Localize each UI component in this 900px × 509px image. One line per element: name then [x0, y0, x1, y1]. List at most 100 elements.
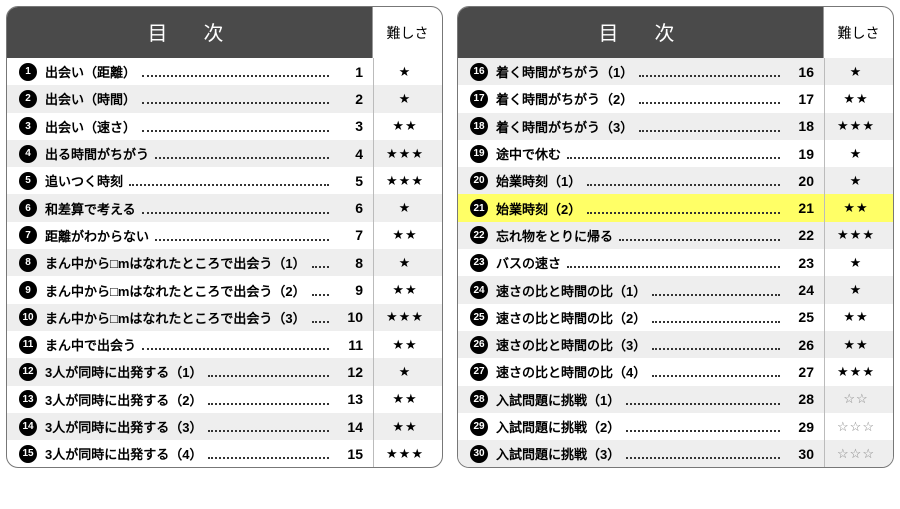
toc-row[interactable]: 21始業時刻（2）21★★	[458, 194, 893, 221]
leader-dots	[626, 430, 780, 432]
toc-row[interactable]: 17着く時間がちがう（2）17★★	[458, 85, 893, 112]
toc-row[interactable]: 18着く時間がちがう（3）18★★★	[458, 113, 893, 140]
row-stars: ★★	[827, 309, 885, 325]
leader-dots	[142, 212, 329, 214]
row-page: 5	[335, 173, 367, 189]
leader-dots	[142, 75, 329, 77]
column-divider	[824, 222, 825, 249]
toc-row[interactable]: 22忘れ物をとりに帰る22★★★	[458, 222, 893, 249]
header-title: 目 次	[458, 7, 823, 58]
row-number-badge: 17	[470, 90, 488, 108]
toc-row[interactable]: 2出会い（時間）2★	[7, 85, 442, 112]
row-stars: ★★★	[376, 146, 434, 162]
row-title-cell: 速さの比と時間の比（3）	[496, 335, 786, 354]
row-stars: ★★	[827, 91, 885, 107]
row-title: 距離がわからない	[45, 226, 149, 245]
row-title-cell: 3人が同時に出発する（2）	[45, 390, 335, 409]
toc-row[interactable]: 20始業時刻（1）20★	[458, 167, 893, 194]
toc-row[interactable]: 23バスの速さ23★	[458, 249, 893, 276]
row-number-badge: 18	[470, 117, 488, 135]
toc-row[interactable]: 26速さの比と時間の比（3）26★★	[458, 331, 893, 358]
row-title: 速さの比と時間の比（3）	[496, 335, 646, 354]
toc-row[interactable]: 5追いつく時刻5★★★	[7, 167, 442, 194]
toc-row[interactable]: 11まん中で出会う11★★	[7, 331, 442, 358]
row-number-badge: 5	[19, 172, 37, 190]
row-page: 19	[786, 146, 818, 162]
toc-row[interactable]: 28入試問題に挑戦（1）28☆☆	[458, 386, 893, 413]
row-title: 始業時刻（2）	[496, 199, 581, 218]
toc-row[interactable]: 1出会い（距離）1★	[7, 58, 442, 85]
toc-row[interactable]: 4出る時間がちがう4★★★	[7, 140, 442, 167]
row-number-badge: 26	[470, 336, 488, 354]
column-divider	[824, 194, 825, 221]
toc-row[interactable]: 24速さの比と時間の比（1）24★	[458, 276, 893, 303]
leader-dots	[567, 266, 780, 268]
row-stars: ★	[376, 64, 434, 80]
row-page: 20	[786, 173, 818, 189]
leader-dots	[652, 321, 780, 323]
column-divider	[373, 249, 374, 276]
toc-row[interactable]: 6和差算で考える6★	[7, 194, 442, 221]
row-stars: ★★★	[376, 446, 434, 462]
column-divider	[824, 85, 825, 112]
row-number-badge: 14	[19, 418, 37, 436]
row-title-cell: 着く時間がちがう（2）	[496, 89, 786, 108]
row-number-badge: 23	[470, 254, 488, 272]
toc-row[interactable]: 7距離がわからない7★★	[7, 222, 442, 249]
leader-dots	[567, 157, 780, 159]
row-title: 和差算で考える	[45, 199, 136, 218]
toc-row[interactable]: 30入試問題に挑戦（3）30☆☆☆	[458, 440, 893, 467]
row-title: 着く時間がちがう（2）	[496, 89, 633, 108]
row-title-cell: まん中で出会う	[45, 335, 335, 354]
row-page: 18	[786, 118, 818, 134]
row-number-badge: 27	[470, 363, 488, 381]
row-page: 10	[335, 309, 367, 325]
toc-row[interactable]: 25速さの比と時間の比（2）25★★	[458, 304, 893, 331]
row-page: 11	[335, 337, 367, 353]
row-title-cell: 3人が同時に出発する（4）	[45, 444, 335, 463]
toc-row[interactable]: 153人が同時に出発する（4）15★★★	[7, 440, 442, 467]
leader-dots	[142, 130, 329, 132]
row-title: まん中から□mはなれたところで出会う（2）	[45, 281, 306, 300]
column-divider	[373, 304, 374, 331]
row-number-badge: 16	[470, 63, 488, 81]
row-page: 16	[786, 64, 818, 80]
row-title: 始業時刻（1）	[496, 171, 581, 190]
leader-dots	[208, 430, 329, 432]
row-page: 7	[335, 227, 367, 243]
row-page: 4	[335, 146, 367, 162]
row-title-cell: 出会い（距離）	[45, 62, 335, 81]
column-divider	[824, 58, 825, 85]
row-page: 13	[335, 391, 367, 407]
leader-dots	[639, 102, 780, 104]
toc-row[interactable]: 27速さの比と時間の比（4）27★★★	[458, 358, 893, 385]
row-title: 入試問題に挑戦（1）	[496, 390, 620, 409]
row-number-badge: 7	[19, 226, 37, 244]
row-number-badge: 21	[470, 199, 488, 217]
toc-row[interactable]: 16着く時間がちがう（1）16★	[458, 58, 893, 85]
row-page: 29	[786, 419, 818, 435]
row-page: 22	[786, 227, 818, 243]
toc-row[interactable]: 19途中で休む19★	[458, 140, 893, 167]
row-stars: ★★★	[376, 309, 434, 325]
toc-row[interactable]: 133人が同時に出発する（2）13★★	[7, 386, 442, 413]
column-divider	[373, 440, 374, 467]
row-page: 28	[786, 391, 818, 407]
row-page: 23	[786, 255, 818, 271]
row-stars: ★★★	[827, 118, 885, 134]
toc-row[interactable]: 3出会い（速さ）3★★	[7, 113, 442, 140]
column-divider	[373, 58, 374, 85]
row-title-cell: 追いつく時刻	[45, 171, 335, 190]
row-title-cell: 距離がわからない	[45, 226, 335, 245]
leader-dots	[639, 130, 780, 132]
toc-rows: 1出会い（距離）1★2出会い（時間）2★3出会い（速さ）3★★4出る時間がちがう…	[7, 58, 442, 467]
toc-row[interactable]: 143人が同時に出発する（3）14★★	[7, 413, 442, 440]
toc-row[interactable]: 29入試問題に挑戦（2）29☆☆☆	[458, 413, 893, 440]
panel-header: 目 次難しさ	[458, 7, 893, 58]
row-title-cell: 始業時刻（2）	[496, 199, 786, 218]
row-page: 30	[786, 446, 818, 462]
toc-row[interactable]: 10まん中から□mはなれたところで出会う（3）10★★★	[7, 304, 442, 331]
toc-row[interactable]: 9まん中から□mはなれたところで出会う（2）9★★	[7, 276, 442, 303]
toc-row[interactable]: 123人が同時に出発する（1）12★	[7, 358, 442, 385]
toc-row[interactable]: 8まん中から□mはなれたところで出会う（1）8★	[7, 249, 442, 276]
